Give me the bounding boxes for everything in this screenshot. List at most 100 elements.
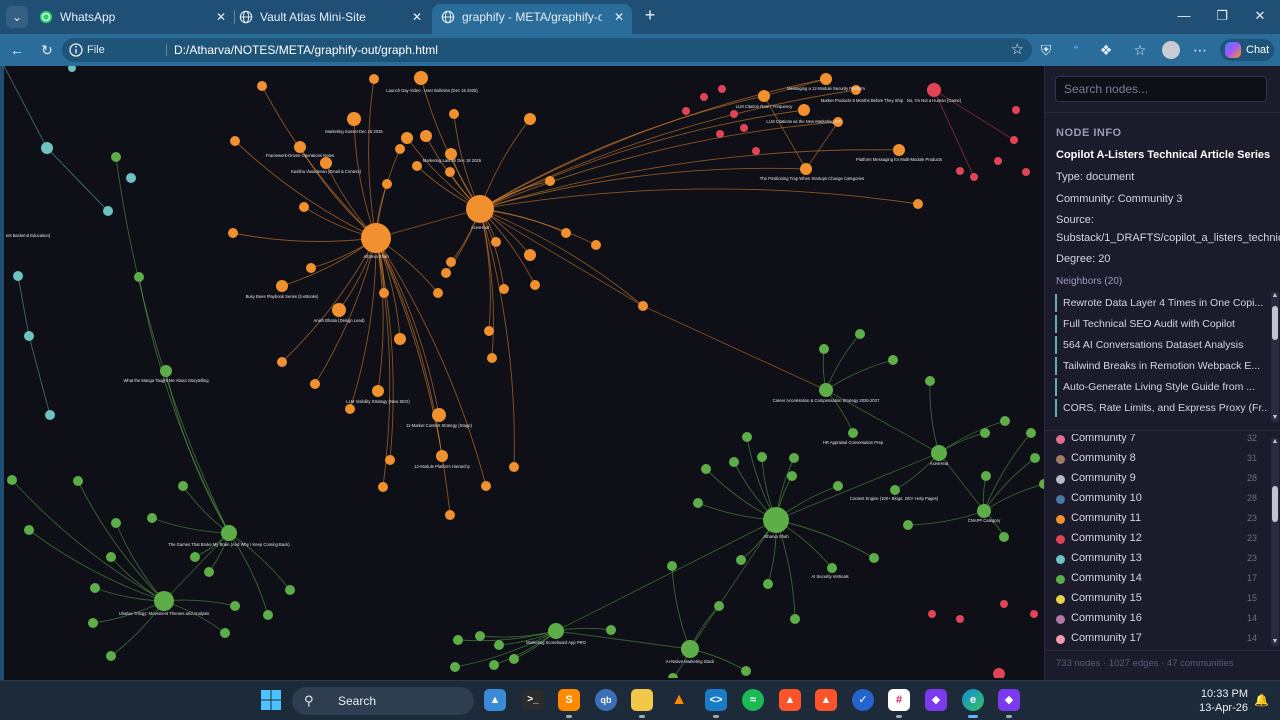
graph-node[interactable] bbox=[379, 288, 389, 298]
graph-node[interactable] bbox=[401, 132, 413, 144]
graph-node[interactable] bbox=[993, 668, 1005, 678]
graph-canvas[interactable]: Launch Day Video - User Bulletins (Dec 1… bbox=[4, 66, 1044, 678]
graph-node[interactable] bbox=[606, 625, 616, 635]
graph-node[interactable] bbox=[190, 552, 200, 562]
graph-node[interactable] bbox=[790, 614, 800, 624]
graph-node[interactable] bbox=[1000, 600, 1008, 608]
brave-beta-icon[interactable]: ▲ bbox=[815, 689, 837, 711]
obsidian-vault-icon[interactable]: ◆ bbox=[998, 689, 1020, 718]
graph-node[interactable] bbox=[800, 163, 812, 175]
neighbor-item[interactable]: Auto-Generate Living Style Guide from ..… bbox=[1055, 378, 1267, 396]
back-button[interactable]: ← bbox=[6, 39, 28, 61]
search-nodes-input[interactable] bbox=[1055, 76, 1267, 102]
graph-svg[interactable]: Launch Day Video - User Bulletins (Dec 1… bbox=[4, 66, 1044, 678]
graph-node[interactable] bbox=[68, 66, 76, 72]
graph-node[interactable] bbox=[230, 136, 240, 146]
neighbor-item[interactable]: Rewrote Data Layer 4 Times in One Copi..… bbox=[1055, 294, 1267, 312]
graph-node[interactable] bbox=[701, 464, 711, 474]
graph-node[interactable] bbox=[869, 553, 879, 563]
graph-node[interactable] bbox=[88, 618, 98, 628]
close-window-button[interactable]: ✕ bbox=[1246, 4, 1274, 28]
graph-node[interactable] bbox=[798, 104, 810, 116]
graph-node[interactable] bbox=[742, 432, 752, 442]
graph-node[interactable] bbox=[475, 631, 485, 641]
graph-node[interactable] bbox=[263, 610, 273, 620]
graph-node[interactable] bbox=[1022, 168, 1030, 176]
graph-node[interactable] bbox=[385, 455, 395, 465]
graph-node[interactable] bbox=[1000, 416, 1010, 426]
graph-node[interactable] bbox=[956, 167, 964, 175]
explorer-icon[interactable] bbox=[631, 689, 653, 718]
close-tab-icon[interactable]: ✕ bbox=[612, 4, 626, 30]
graph-node[interactable] bbox=[888, 355, 898, 365]
graph-node[interactable] bbox=[24, 525, 34, 535]
graph-node[interactable] bbox=[827, 563, 837, 573]
graph-node[interactable] bbox=[228, 228, 238, 238]
tab-actions-menu-button[interactable]: ⌄ bbox=[6, 6, 28, 28]
tab-vault-atlas[interactable]: Vault Atlas Mini-Site ✕ bbox=[230, 4, 430, 34]
todo-icon[interactable]: ✓ bbox=[852, 689, 874, 711]
community-item[interactable]: Community 13 23 bbox=[1045, 550, 1269, 570]
graph-node[interactable] bbox=[450, 662, 460, 672]
community-scrollbar[interactable]: ▲ ▼ bbox=[1271, 438, 1279, 646]
graph-node[interactable] bbox=[445, 510, 455, 520]
graph-node[interactable] bbox=[1012, 106, 1020, 114]
graph-node[interactable] bbox=[740, 124, 748, 132]
graph-node[interactable] bbox=[414, 71, 428, 85]
close-tab-icon[interactable]: ✕ bbox=[214, 4, 228, 30]
graph-node[interactable] bbox=[347, 112, 361, 126]
graph-node[interactable] bbox=[1030, 453, 1040, 463]
graph-node[interactable] bbox=[111, 518, 121, 528]
vlc-icon[interactable]: ▲ bbox=[668, 689, 690, 711]
taskbar-search[interactable]: ⚲ Search bbox=[292, 687, 474, 715]
graph-node[interactable] bbox=[524, 249, 536, 261]
graph-node[interactable] bbox=[763, 579, 773, 589]
graph-node[interactable] bbox=[956, 615, 964, 623]
edge-icon[interactable]: e bbox=[962, 689, 984, 718]
graph-node[interactable] bbox=[893, 144, 905, 156]
graph-node[interactable] bbox=[7, 475, 17, 485]
favorites-icon[interactable]: ☆ bbox=[1130, 40, 1150, 60]
graph-node[interactable] bbox=[449, 109, 459, 119]
graph-node[interactable] bbox=[787, 471, 797, 481]
graph-node[interactable] bbox=[160, 365, 172, 377]
url-text[interactable]: D:/Atharva/NOTES/META/graphify-out/graph… bbox=[174, 38, 438, 62]
scroll-thumb[interactable] bbox=[1272, 486, 1278, 522]
graph-node[interactable] bbox=[530, 280, 540, 290]
notification-bell-icon[interactable]: 🔔 bbox=[1254, 693, 1269, 707]
graph-node[interactable] bbox=[729, 457, 739, 467]
graph-node[interactable] bbox=[499, 284, 509, 294]
scroll-up-icon[interactable]: ▲ bbox=[1271, 292, 1279, 300]
community-item[interactable]: Community 12 23 bbox=[1045, 530, 1269, 550]
graph-node[interactable] bbox=[903, 520, 913, 530]
graph-node[interactable] bbox=[106, 651, 116, 661]
graph-node[interactable] bbox=[257, 81, 267, 91]
graph-node[interactable] bbox=[134, 272, 144, 282]
graph-node[interactable] bbox=[73, 476, 83, 486]
graph-node[interactable] bbox=[716, 130, 724, 138]
community-item[interactable]: Community 16 14 bbox=[1045, 610, 1269, 630]
graph-node[interactable] bbox=[980, 428, 990, 438]
graph-node[interactable] bbox=[432, 408, 446, 422]
graph-node[interactable] bbox=[848, 428, 858, 438]
graph-node[interactable] bbox=[545, 176, 555, 186]
graph-node[interactable] bbox=[758, 90, 770, 102]
terminal-icon[interactable]: >_ bbox=[522, 689, 544, 711]
graph-node[interactable] bbox=[320, 157, 332, 169]
graph-node[interactable] bbox=[147, 513, 157, 523]
graph-node[interactable] bbox=[890, 485, 900, 495]
community-item[interactable]: Community 10 28 bbox=[1045, 490, 1269, 510]
minimize-button[interactable]: — bbox=[1170, 4, 1198, 28]
graph-node[interactable] bbox=[757, 452, 767, 462]
neighbors-scrollbar[interactable]: ▲ ▼ bbox=[1271, 292, 1279, 422]
graph-node[interactable] bbox=[441, 268, 451, 278]
graph-hub-node[interactable] bbox=[221, 525, 237, 541]
graph-hub-node[interactable] bbox=[763, 507, 789, 533]
vscode-icon[interactable]: <> bbox=[705, 689, 727, 718]
graph-node[interactable] bbox=[294, 141, 306, 153]
windows-start-icon[interactable] bbox=[260, 689, 282, 711]
graph-node[interactable] bbox=[394, 333, 406, 345]
graph-node[interactable] bbox=[345, 404, 355, 414]
community-item[interactable]: Community 15 15 bbox=[1045, 590, 1269, 610]
community-item[interactable]: Community 9 28 bbox=[1045, 470, 1269, 490]
